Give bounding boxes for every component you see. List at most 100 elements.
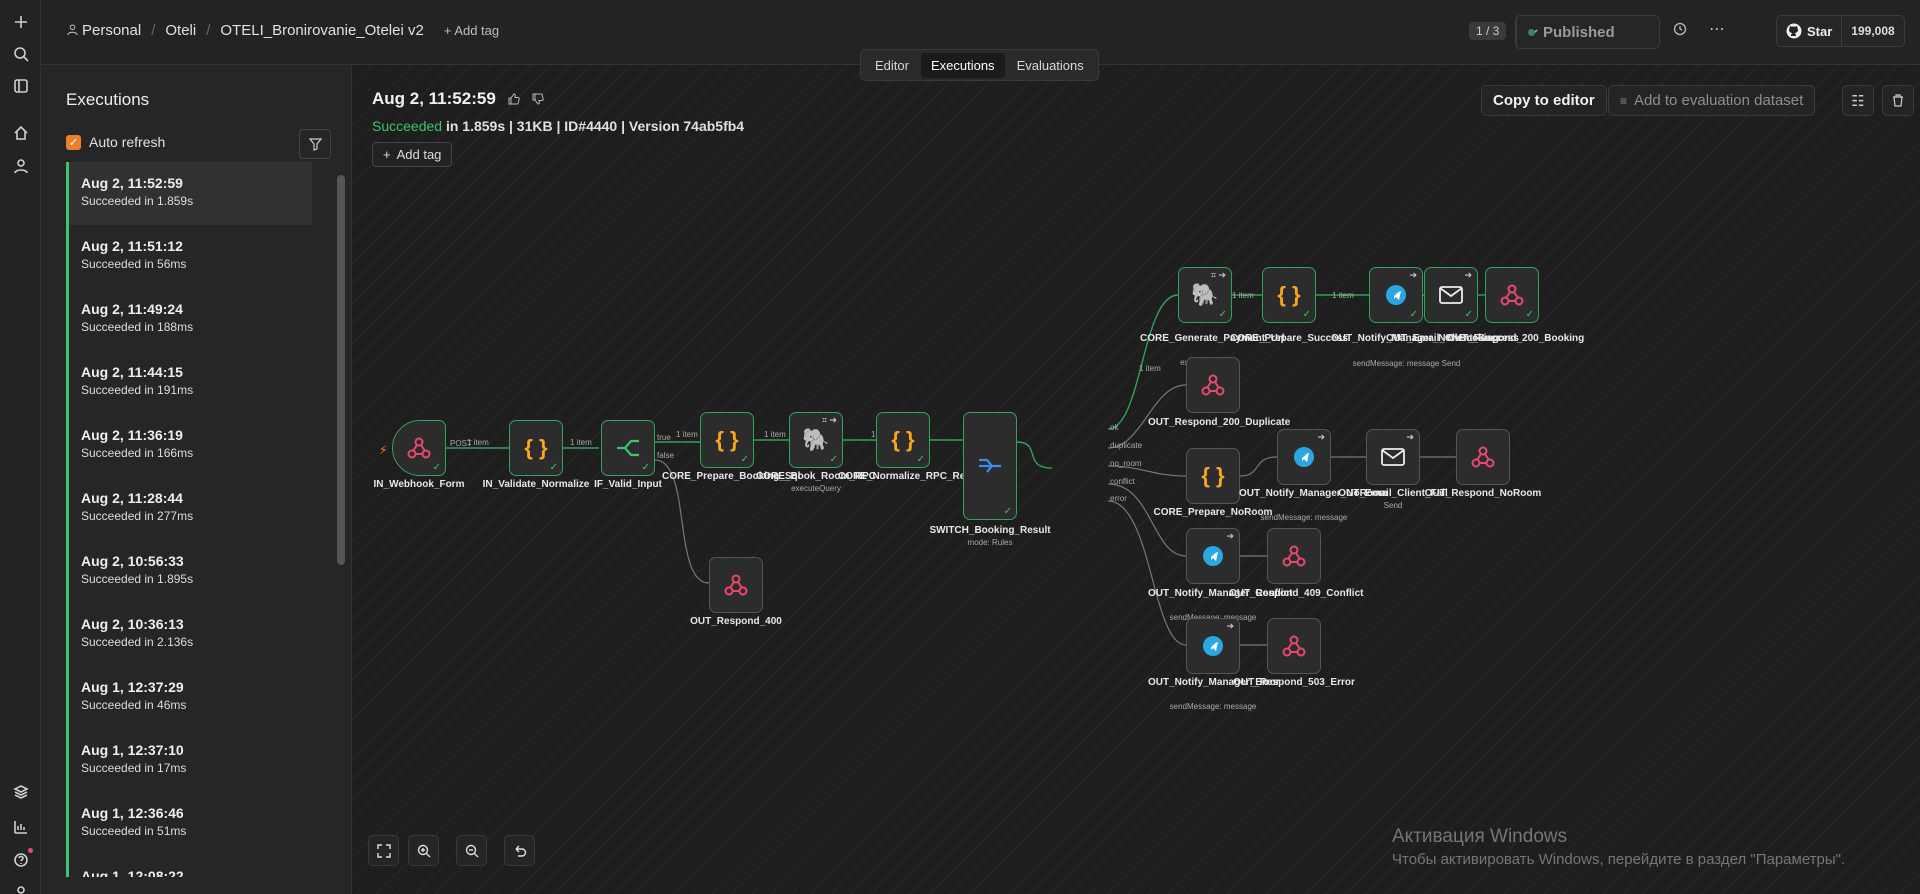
scrollbar-thumb[interactable] [337,175,345,565]
auto-refresh-checkbox[interactable]: ✓ Auto refresh [66,134,165,150]
node-respond-noroom[interactable] [1456,429,1510,485]
execution-list-item[interactable]: Aug 2, 11:51:12 Succeeded in 56ms [66,225,312,288]
execution-item-time: Aug 2, 11:51:12 [81,238,183,254]
execution-item-time: Aug 2, 11:52:59 [81,175,183,191]
node-book-rpc[interactable]: ⌗ ➔ 🐘 ✓ [789,412,843,468]
check-icon: ✓ [916,454,925,465]
node-label: OUT_Respond_200_Booking [1447,333,1585,344]
execution-list-item[interactable]: Aug 2, 10:56:33 Succeeded in 1.895s [66,540,312,603]
insights-icon[interactable] [0,812,41,842]
filter-button[interactable] [299,129,331,159]
postgres-icon: 🐘 [1191,282,1219,307]
edge-label-duplicate: duplicate [1110,441,1143,450]
node-respond-503[interactable] [1267,618,1321,674]
code-icon: { } [1201,463,1225,488]
node-respond-duplicate[interactable] [1186,357,1240,413]
execution-list-item[interactable]: Aug 2, 11:44:15 Succeeded in 191ms [66,351,312,414]
edge-label-error: error [1110,494,1127,503]
code-icon: { } [524,435,548,460]
history-icon[interactable] [1673,22,1687,39]
tab-evaluations[interactable]: Evaluations [1007,53,1094,78]
execution-list-item[interactable]: Aug 2, 10:36:13 Succeeded in 2.136s [66,603,312,666]
node-email-fail[interactable]: ➔ [1366,429,1420,485]
arrow-right-icon: ➔ [1226,621,1234,631]
view-tabs: Editor Executions Evaluations [860,49,1099,81]
node-prepare-noroom[interactable]: { } [1186,448,1240,504]
executions-list: Aug 2, 11:52:59 Succeeded in 1.859s Aug 2,… [66,162,312,877]
execution-item-time: Aug 2, 11:36:19 [81,427,183,443]
breadcrumb: Personal / Oteli / OTELI_Bronirovanie_Ot… [67,22,499,39]
arrow-right-icon: ➔ [1464,270,1472,280]
search-icon[interactable] [0,39,41,69]
code-icon: { } [715,427,739,452]
node-normalize[interactable]: { } ✓ [876,412,930,468]
node-notify-error[interactable]: ➔ [1186,618,1240,674]
execution-list-item[interactable]: Aug 2, 11:49:24 Succeeded in 188ms [66,288,312,351]
workflow-name[interactable]: OTELI_Bronirovanie_Otelei v2 [220,22,423,39]
node-email-success[interactable]: ➔ ✓ [1424,267,1478,323]
edge-label-1-item: 1 item [467,438,489,447]
breadcrumb-separator: / [151,22,156,39]
github-star-button[interactable]: Star 199,008 [1776,15,1905,47]
node-switch[interactable]: ✓ [963,412,1017,520]
node-prepare-sql[interactable]: { } ✓ [700,412,754,468]
execution-list-item[interactable]: Aug 1, 12:37:10 Succeeded in 17ms [66,729,312,792]
check-icon: ✓ [432,462,441,473]
github-star-label: Star [1807,23,1833,39]
execution-list-item[interactable]: Aug 1, 12:36:46 Succeeded in 51ms [66,792,312,855]
more-options-icon[interactable]: ⋯ [1709,19,1725,39]
published-dropdown[interactable]: Published [1515,15,1660,49]
reset-zoom-button[interactable] [504,835,535,866]
add-tag-link[interactable]: + Add tag [444,23,499,38]
node-notify-noroom[interactable]: ➔ [1277,429,1331,485]
zoom-out-button[interactable] [456,835,487,866]
plus-icon[interactable] [0,7,41,37]
help-icon[interactable] [0,845,41,875]
execution-list-item[interactable]: Aug 2, 11:28:44 Succeeded in 277ms [66,477,312,540]
execution-list-item[interactable]: Aug 1, 12:08:22 [66,855,312,877]
node-respond-409[interactable] [1267,528,1321,584]
node-sublabel: mode: Rules [967,538,1013,547]
fit-view-button[interactable] [368,835,399,866]
user-icon[interactable] [0,151,41,181]
node-label: IN_Webhook_Form [373,479,465,490]
node-notify-new[interactable]: ➔ ✓ [1369,267,1423,323]
node-respond-200[interactable]: ✓ [1485,267,1539,323]
node-respond-400[interactable] [709,557,763,613]
node-generate-payment[interactable]: ⌗ ➔ 🐘 ✓ [1178,267,1232,323]
telegram-icon [1386,285,1406,305]
breadcrumb-project[interactable]: Oteli [165,22,196,39]
executions-sidebar: Executions ✓ Auto refresh Aug 2, 11:52:5… [41,65,385,894]
arrow-right-icon: ➔ [1409,270,1417,280]
edge-label-1-item: 1 item [764,430,786,439]
breadcrumb-separator: / [206,22,211,39]
node-validate[interactable]: { } ✓ [509,420,563,476]
breadcrumb-personal[interactable]: Personal [67,22,141,39]
switch-icon [979,458,1001,473]
execution-list-item[interactable]: Aug 2, 11:36:19 Succeeded in 166ms [66,414,312,477]
tab-editor[interactable]: Editor [865,53,919,78]
settings-icon[interactable] [0,875,41,894]
notification-dot [28,848,33,853]
webhook-icon [1500,284,1524,306]
if-branch-icon [617,439,639,457]
home-icon[interactable] [0,118,41,148]
execution-item-time: Aug 1, 12:37:10 [81,742,184,758]
arrow-right-icon: ➔ [1317,432,1325,442]
sidebar-toggle-icon[interactable] [0,71,41,101]
edge-label-conflict: conflict [1110,477,1135,486]
templates-icon[interactable] [0,777,41,807]
execution-list-item[interactable]: Aug 1, 12:37:29 Succeeded in 46ms [66,666,312,729]
node-prepare-success[interactable]: { } ✓ [1262,267,1316,323]
execution-item-status: Succeeded in 1.859s [81,194,194,208]
node-if-valid[interactable]: ✓ [601,420,655,476]
workflow-canvas[interactable]: Aug 2, 11:52:59 Succeeded in 1.859s | 31… [352,65,1920,894]
tab-executions[interactable]: Executions [920,52,1005,78]
zoom-in-button[interactable] [408,835,439,866]
execution-list-item[interactable]: Aug 2, 11:52:59 Succeeded in 1.859s [66,162,312,225]
node-webhook[interactable]: ✓ [392,420,446,476]
checkbox-checked-icon[interactable]: ✓ [66,134,81,150]
check-icon: ✓ [829,454,838,465]
node-notify-conflict[interactable]: ➔ [1186,528,1240,584]
execution-item-status: Succeeded in 277ms [81,509,194,523]
